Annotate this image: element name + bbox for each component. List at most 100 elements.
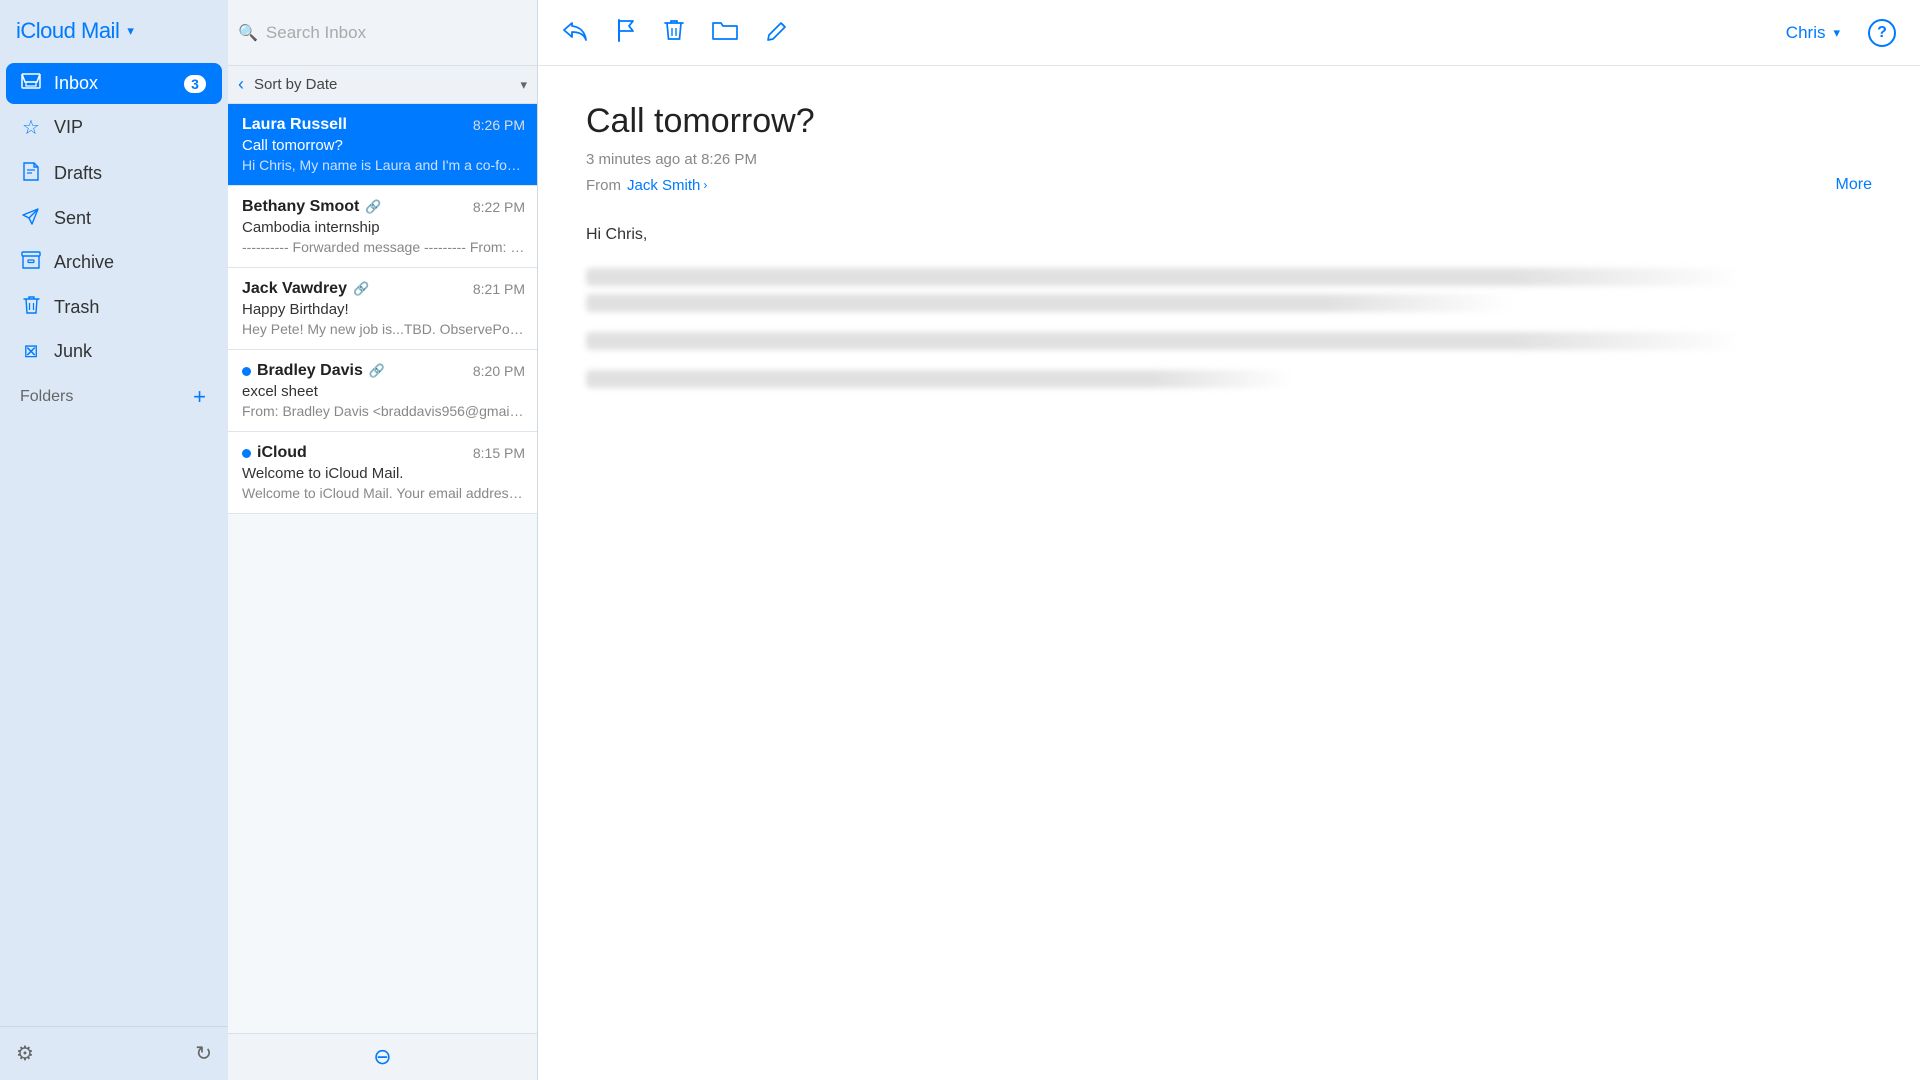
inbox-badge: 3 (184, 75, 206, 93)
email-item[interactable]: Laura Russell 8:26 PM Call tomorrow? Hi … (228, 104, 537, 186)
content-toolbar: Chris ▾ ? (538, 0, 1920, 66)
email-content-body: Call tomorrow? 3 minutes ago at 8:26 PM … (538, 66, 1920, 1080)
email-preview: Hey Pete! My new job is...TBD. ObservePo… (242, 321, 525, 337)
filter-icon[interactable]: ⊖ (373, 1044, 391, 1070)
inbox-label: Inbox (54, 73, 172, 94)
email-preview: Welcome to iCloud Mail. Your email addre… (242, 485, 525, 501)
trash-label: Trash (54, 297, 206, 318)
blurred-line (586, 332, 1743, 350)
email-sender: Jack Vawdrey (242, 280, 347, 298)
inbox-icon (20, 73, 42, 94)
email-content-panel: Chris ▾ ? Call tomorrow? 3 minutes ago a… (538, 0, 1920, 1080)
email-subject: Happy Birthday! (242, 301, 525, 318)
app-header: iCloud Mail ▾ (0, 0, 228, 58)
attachment-icon: 🔗 (369, 363, 385, 379)
email-blurred-block-1 (586, 268, 1872, 312)
archive-label: Archive (54, 252, 206, 273)
trash-icon (20, 295, 42, 320)
attachment-icon: 🔗 (365, 199, 381, 215)
sort-label: Sort by Date (254, 76, 514, 93)
search-bar: 🔍 (228, 0, 537, 66)
email-subject: Cambodia internship (242, 219, 525, 236)
search-input[interactable] (266, 23, 527, 43)
email-preview: Hi Chris, My name is Laura and I'm a co-… (242, 157, 525, 173)
archive-icon (20, 251, 42, 274)
blurred-line (586, 370, 1293, 388)
email-time: 8:20 PM (473, 363, 525, 379)
sidebar-footer: ⚙ ↻ (0, 1026, 228, 1080)
email-preview: ---------- Forwarded message --------- F… (242, 239, 525, 255)
reply-button[interactable] (562, 19, 588, 47)
add-folder-button[interactable]: + (193, 386, 206, 408)
email-sender: Bethany Smoot (242, 198, 359, 216)
help-button[interactable]: ? (1868, 19, 1896, 47)
email-item[interactable]: Jack Vawdrey 🔗 8:21 PM Happy Birthday! H… (228, 268, 537, 350)
email-subject: excel sheet (242, 383, 525, 400)
settings-icon[interactable]: ⚙ (16, 1041, 34, 1066)
email-greeting: Hi Chris, (586, 222, 1872, 248)
unread-indicator (242, 367, 251, 376)
drafts-icon (20, 161, 42, 186)
unread-indicator (242, 449, 251, 458)
sidebar-item-junk[interactable]: ⊠ Junk (6, 331, 222, 372)
email-list: Laura Russell 8:26 PM Call tomorrow? Hi … (228, 104, 537, 1033)
more-button[interactable]: More (1836, 176, 1872, 194)
email-time: 8:15 PM (473, 445, 525, 461)
email-item[interactable]: iCloud 8:15 PM Welcome to iCloud Mail. W… (228, 432, 537, 514)
delete-button[interactable] (664, 18, 684, 48)
email-item[interactable]: Bradley Davis 🔗 8:20 PM excel sheet From… (228, 350, 537, 432)
back-icon[interactable]: ‹ (238, 74, 244, 95)
email-time: 8:21 PM (473, 281, 525, 297)
from-chevron-icon[interactable]: › (703, 178, 707, 192)
blurred-line (586, 294, 1512, 312)
email-time: 8:22 PM (473, 199, 525, 215)
flag-button[interactable] (616, 18, 636, 48)
email-list-panel: 🔍 ‹ Sort by Date ▾ Laura Russell 8:26 PM… (228, 0, 538, 1080)
sent-icon (20, 207, 42, 230)
compose-button[interactable] (766, 18, 790, 48)
email-time: 8:26 PM (473, 117, 525, 133)
email-subject: Call tomorrow? (242, 137, 525, 154)
from-label: From (586, 177, 621, 194)
junk-icon: ⊠ (20, 341, 42, 362)
attachment-icon: 🔗 (353, 281, 369, 297)
app-logo: iCloud Mail (16, 18, 119, 44)
sidebar-nav: Inbox 3 ☆ VIP Drafts (0, 58, 228, 1026)
email-sender: Bradley Davis (257, 362, 363, 380)
email-preview: From: Bradley Davis <braddavis956@gmail.… (242, 403, 525, 419)
email-blurred-block-3 (586, 370, 1872, 388)
email-content-timestamp: 3 minutes ago at 8:26 PM (586, 151, 1872, 168)
sidebar-item-vip[interactable]: ☆ VIP (6, 105, 222, 150)
from-name[interactable]: Jack Smith (627, 177, 700, 194)
blurred-line (586, 268, 1743, 286)
sent-label: Sent (54, 208, 206, 229)
email-item[interactable]: Bethany Smoot 🔗 8:22 PM Cambodia interns… (228, 186, 537, 268)
sidebar-item-sent[interactable]: Sent (6, 197, 222, 240)
sort-chevron-icon[interactable]: ▾ (520, 77, 527, 93)
user-dropdown-icon[interactable]: ▾ (1833, 25, 1840, 41)
folders-header: Folders + (6, 376, 222, 414)
sort-bar: ‹ Sort by Date ▾ (228, 66, 537, 104)
email-list-footer: ⊖ (228, 1033, 537, 1080)
refresh-icon[interactable]: ↻ (195, 1041, 212, 1066)
sidebar-item-trash[interactable]: Trash (6, 285, 222, 330)
sidebar: iCloud Mail ▾ Inbox 3 ☆ VIP (0, 0, 228, 1080)
search-icon: 🔍 (238, 23, 258, 43)
email-content-title: Call tomorrow? (586, 102, 1872, 141)
email-blurred-block-2 (586, 332, 1872, 350)
user-name[interactable]: Chris (1786, 23, 1826, 43)
email-body: Hi Chris, (586, 222, 1872, 388)
sidebar-item-inbox[interactable]: Inbox 3 (6, 63, 222, 104)
junk-label: Junk (54, 341, 206, 362)
email-from-row: From Jack Smith › More (586, 176, 1872, 194)
folders-label: Folders (20, 388, 193, 406)
vip-label: VIP (54, 117, 206, 138)
user-section: Chris ▾ (1786, 23, 1840, 43)
sidebar-item-archive[interactable]: Archive (6, 241, 222, 284)
email-sender: iCloud (257, 444, 307, 462)
sidebar-item-drafts[interactable]: Drafts (6, 151, 222, 196)
email-sender: Laura Russell (242, 116, 347, 134)
app-dropdown-icon[interactable]: ▾ (127, 23, 134, 39)
drafts-label: Drafts (54, 163, 206, 184)
move-to-folder-button[interactable] (712, 19, 738, 47)
